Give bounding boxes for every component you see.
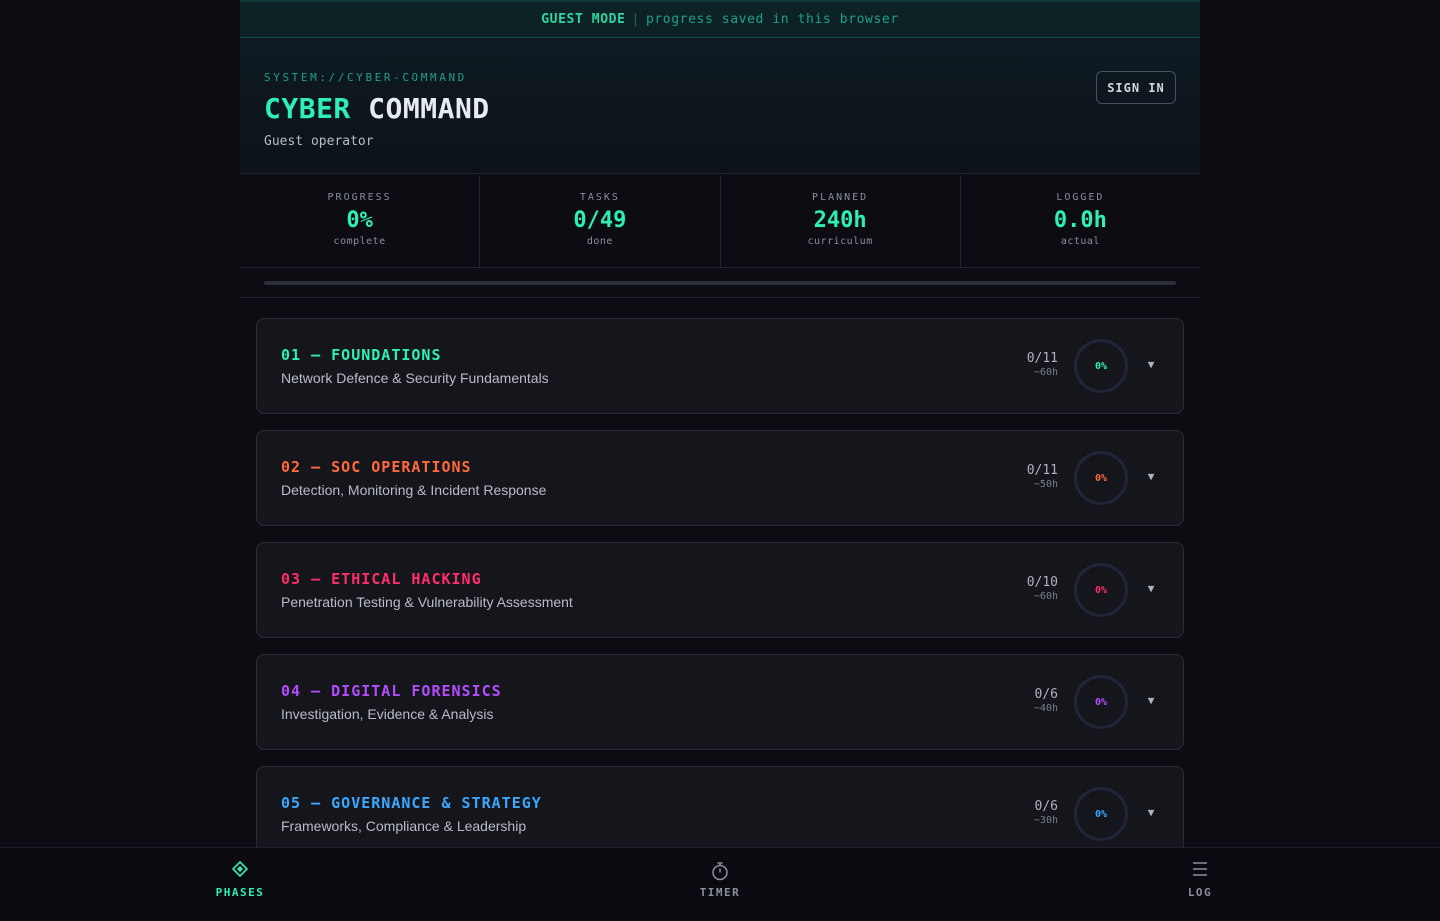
system-label: SYSTEM://CYBER-COMMAND bbox=[264, 71, 467, 84]
stat-value: 0.0h bbox=[1053, 208, 1107, 233]
chevron-down-icon[interactable]: ▼ bbox=[1143, 803, 1159, 823]
phase-count: 0/6 ~30h bbox=[1034, 799, 1058, 826]
nav-label: TIMER bbox=[699, 886, 741, 899]
phase-hours: ~40h bbox=[1033, 703, 1058, 714]
progress-track bbox=[264, 281, 1176, 285]
phase-title: 01 — FOUNDATIONS bbox=[281, 346, 442, 364]
nav-log[interactable]: LOG bbox=[1140, 848, 1260, 921]
diamond-icon bbox=[180, 860, 300, 883]
nav-timer[interactable]: TIMER bbox=[660, 848, 780, 921]
phase-subtitle: Penetration Testing & Vulnerability Asse… bbox=[281, 594, 573, 610]
phase-title: 05 — GOVERNANCE & STRATEGY bbox=[281, 794, 542, 812]
stat-value: 240h bbox=[813, 208, 867, 233]
phase-progress-ring: 0% bbox=[1074, 451, 1128, 505]
phase-count: 0/6 ~40h bbox=[1034, 687, 1058, 714]
phase-tasks-done: 0/6 bbox=[1034, 687, 1058, 702]
phase-progress-ring: 0% bbox=[1074, 563, 1128, 617]
chevron-down-icon[interactable]: ▼ bbox=[1143, 467, 1159, 487]
phase-tasks-done: 0/11 bbox=[1026, 351, 1058, 366]
guest-mode-label: GUEST MODE bbox=[541, 12, 626, 27]
guest-mode-banner: GUEST MODE | progress saved in this browse… bbox=[240, 0, 1200, 38]
stat-progress: PROGRESS 0% complete bbox=[240, 175, 481, 267]
phase-title: 03 — ETHICAL HACKING bbox=[281, 570, 482, 588]
phase-card-foundations[interactable]: 01 — FOUNDATIONS Network Defence & Secur… bbox=[256, 318, 1184, 414]
phase-subtitle: Frameworks, Compliance & Leadership bbox=[281, 818, 527, 834]
phase-hours: ~60h bbox=[1033, 367, 1058, 378]
phase-list: 01 — FOUNDATIONS Network Defence & Secur… bbox=[256, 318, 1184, 878]
phase-title: 02 — SOC OPERATIONS bbox=[281, 458, 472, 476]
sign-in-button[interactable]: SIGN IN bbox=[1096, 71, 1176, 104]
main-column: GUEST MODE | progress saved in this browse… bbox=[240, 0, 1200, 920]
stat-value: 0% bbox=[346, 208, 373, 233]
phase-subtitle: Investigation, Evidence & Analysis bbox=[281, 706, 494, 722]
banner-separator: | bbox=[631, 12, 640, 27]
stat-sub: curriculum bbox=[807, 236, 873, 247]
stat-logged: LOGGED 0.0h actual bbox=[961, 175, 1200, 267]
phase-tasks-done: 0/11 bbox=[1026, 463, 1058, 478]
stat-sub: done bbox=[586, 236, 613, 247]
chevron-down-icon[interactable]: ▼ bbox=[1143, 691, 1159, 711]
phase-hours: ~50h bbox=[1033, 479, 1058, 490]
phase-tasks-done: 0/6 bbox=[1034, 799, 1058, 814]
stat-value: 0/49 bbox=[573, 208, 627, 233]
phase-title: 04 — DIGITAL FORENSICS bbox=[281, 682, 502, 700]
phase-card-digital-forensics[interactable]: 04 — DIGITAL FORENSICS Investigation, Ev… bbox=[256, 654, 1184, 750]
stopwatch-icon bbox=[660, 861, 780, 883]
chevron-down-icon[interactable]: ▼ bbox=[1143, 355, 1159, 375]
chevron-down-icon[interactable]: ▼ bbox=[1143, 579, 1159, 599]
phase-subtitle: Network Defence & Security Fundamentals bbox=[281, 370, 549, 386]
phase-hours: ~60h bbox=[1033, 591, 1058, 602]
nav-label: LOG bbox=[1187, 886, 1213, 899]
phase-count: 0/11 ~60h bbox=[1027, 351, 1058, 378]
nav-label: PHASES bbox=[215, 886, 265, 899]
app-title-part2: COMMAND bbox=[368, 92, 490, 125]
app-title-part1: CYBER bbox=[264, 92, 351, 125]
phase-card-ethical-hacking[interactable]: 03 — ETHICAL HACKING Penetration Testing… bbox=[256, 542, 1184, 638]
stat-tasks: TASKS 0/49 done bbox=[480, 175, 721, 267]
stat-label: PROGRESS bbox=[327, 192, 392, 203]
stat-sub: actual bbox=[1060, 236, 1100, 247]
stat-label: PLANNED bbox=[812, 192, 869, 203]
stat-sub: complete bbox=[333, 236, 386, 247]
app-header: SYSTEM://CYBER-COMMAND CYBER COMMAND Gue… bbox=[240, 38, 1200, 174]
phase-subtitle: Detection, Monitoring & Incident Respons… bbox=[281, 482, 547, 498]
banner-message: progress saved in this browser bbox=[645, 12, 899, 27]
bottom-nav: PHASES TIMER LOG bbox=[0, 847, 1440, 920]
operator-name: Guest operator bbox=[264, 134, 374, 149]
phase-hours: ~30h bbox=[1033, 815, 1058, 826]
phase-count: 0/11 ~50h bbox=[1027, 463, 1058, 490]
app-title: CYBER COMMAND bbox=[264, 92, 490, 125]
menu-lines-icon bbox=[1140, 861, 1260, 883]
stats-row: PROGRESS 0% complete TASKS 0/49 done PLA… bbox=[240, 175, 1200, 268]
stat-label: TASKS bbox=[579, 192, 620, 203]
phase-card-soc-operations[interactable]: 02 — SOC OPERATIONS Detection, Monitorin… bbox=[256, 430, 1184, 526]
phase-progress-ring: 0% bbox=[1074, 339, 1128, 393]
stat-label: LOGGED bbox=[1056, 192, 1105, 203]
phase-progress-ring: 0% bbox=[1074, 675, 1128, 729]
stat-planned: PLANNED 240h curriculum bbox=[721, 175, 961, 267]
phase-count: 0/10 ~60h bbox=[1027, 575, 1058, 602]
overall-progress bbox=[240, 269, 1200, 298]
phase-progress-ring: 0% bbox=[1074, 787, 1128, 841]
nav-phases[interactable]: PHASES bbox=[180, 848, 300, 921]
phase-tasks-done: 0/10 bbox=[1026, 575, 1058, 590]
